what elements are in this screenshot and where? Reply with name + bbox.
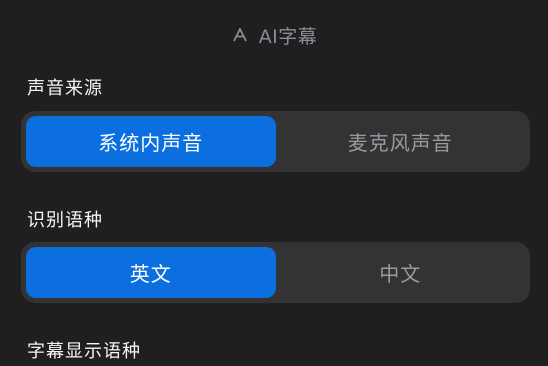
panel-title: AI字幕 xyxy=(258,25,318,48)
option-microphone-sound[interactable]: 麦克风声音 xyxy=(276,116,526,167)
sound-source-label: 声音来源 xyxy=(27,78,103,99)
ai-subtitle-icon xyxy=(231,26,249,44)
subtitle-display-language-label: 字幕显示语种 xyxy=(27,341,141,362)
recognition-language-label: 识别语种 xyxy=(27,210,103,231)
option-system-sound[interactable]: 系统内声音 xyxy=(26,116,276,167)
option-chinese[interactable]: 中文 xyxy=(276,247,526,298)
panel-header: AI字幕 xyxy=(0,20,548,50)
recognition-language-selector: 英文 中文 xyxy=(21,242,530,303)
option-english[interactable]: 英文 xyxy=(26,247,276,298)
sound-source-selector: 系统内声音 麦克风声音 xyxy=(21,111,530,172)
